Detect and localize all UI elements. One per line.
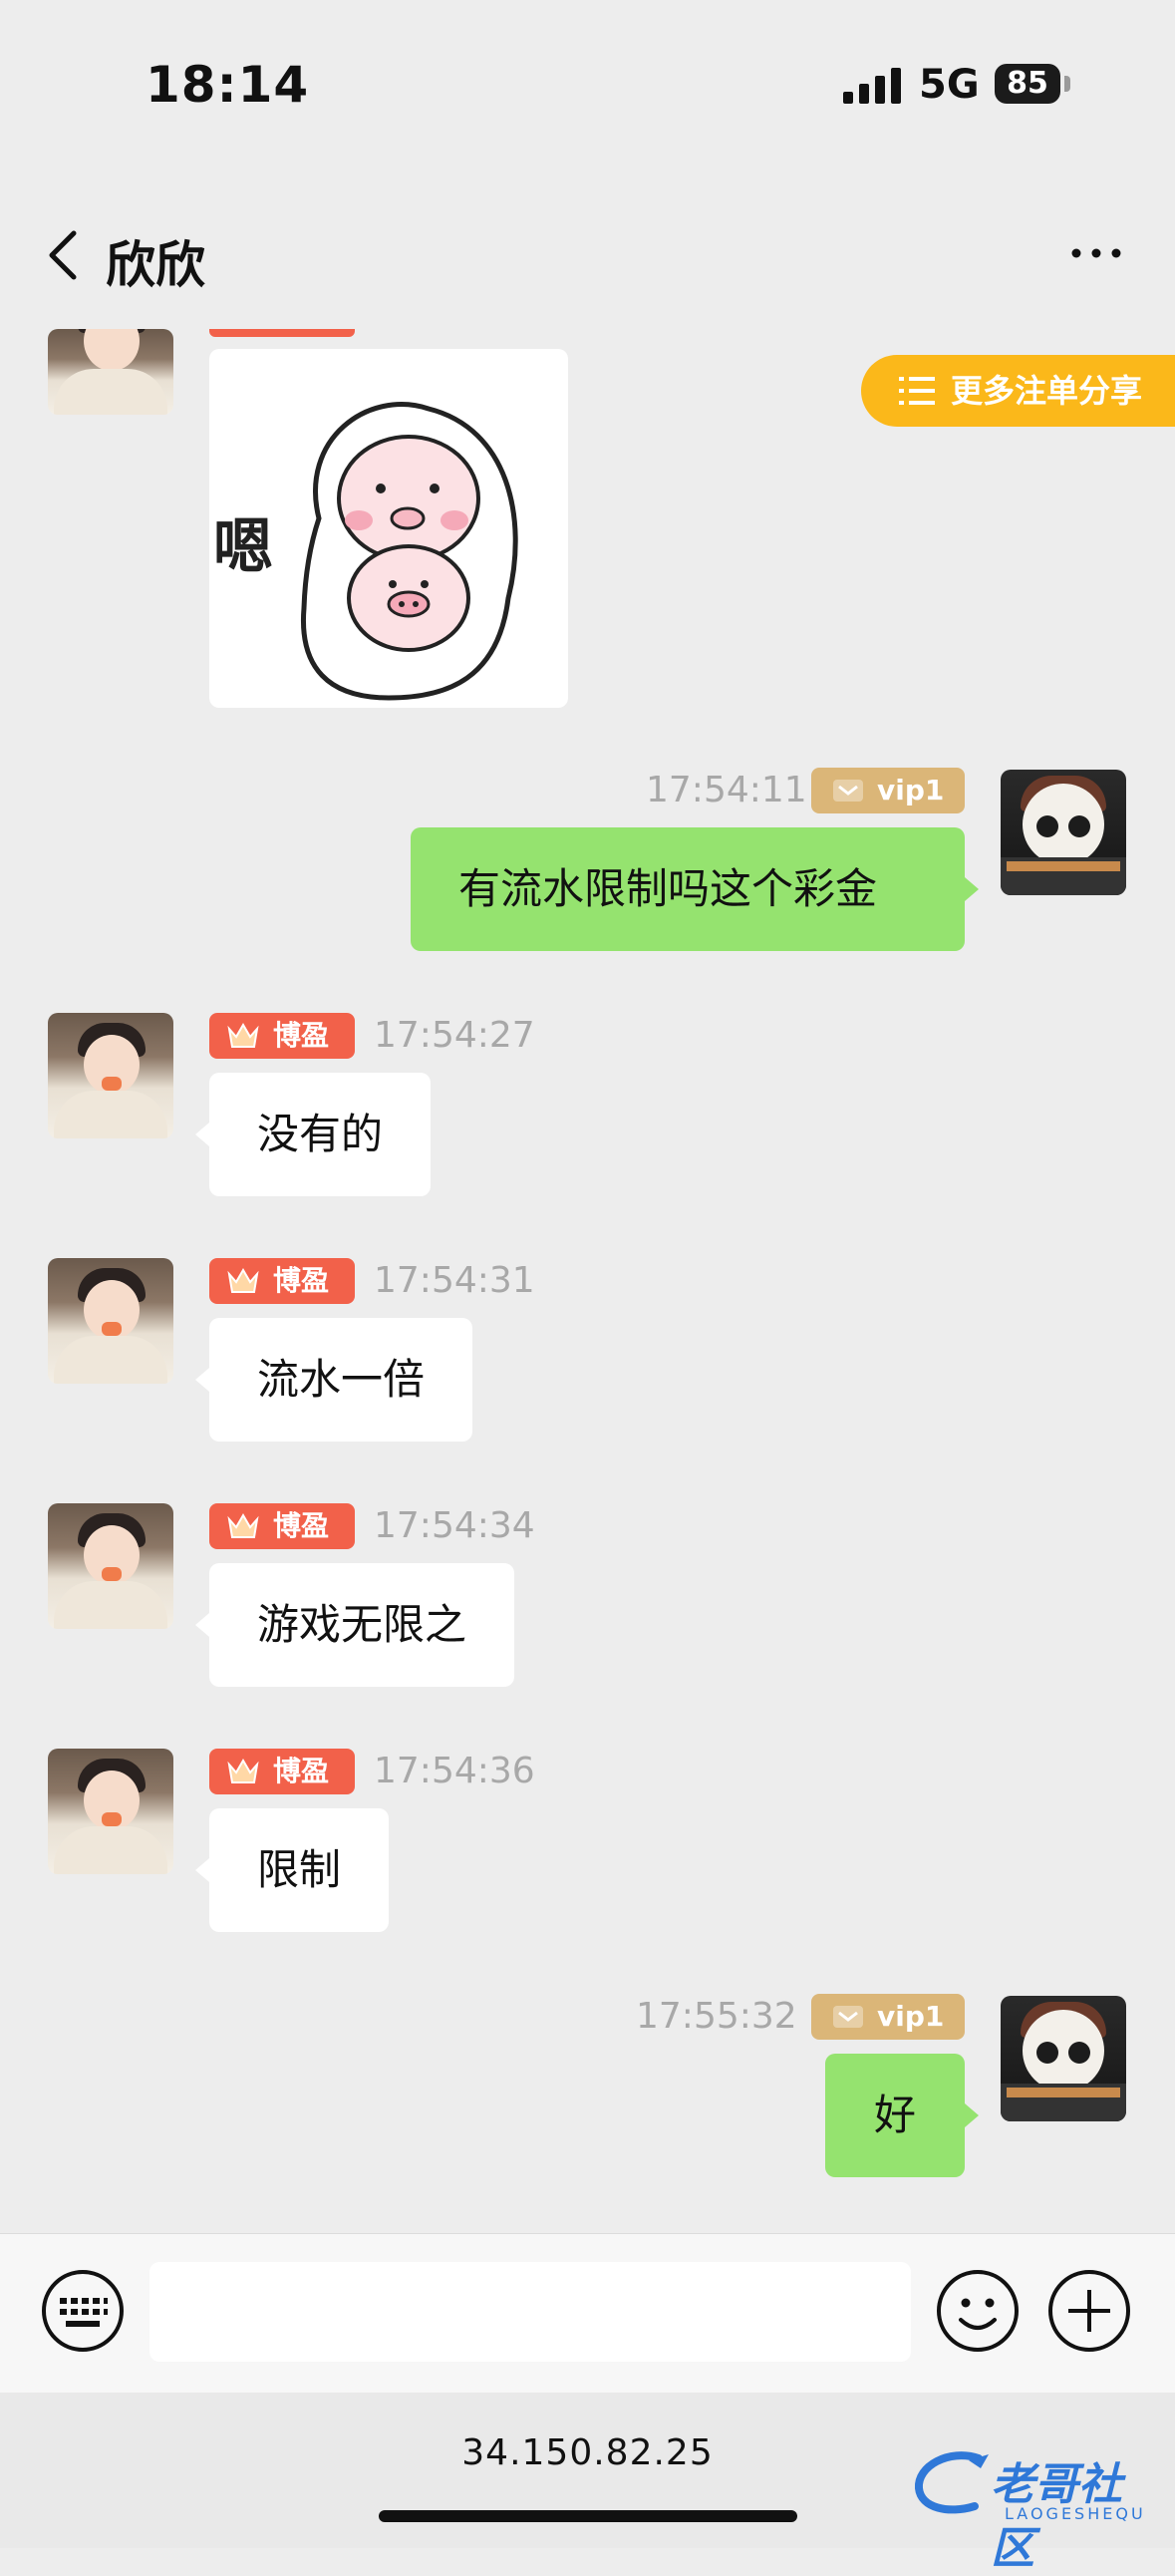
message-time: 17:54:36 [374, 1751, 535, 1791]
keyboard-icon[interactable] [40, 2268, 126, 2354]
badge-partial [209, 329, 355, 337]
badge-label: 博盈 [273, 1509, 330, 1542]
vip-badge: vip1 [811, 1994, 965, 2040]
message-input[interactable] [149, 2262, 911, 2362]
message-list[interactable]: 嗯 更多注单分享 17:54:11 vip1 有流水限制吗这个彩金 博盈 17:… [0, 329, 1175, 2233]
back-chevron-icon[interactable] [40, 227, 90, 283]
nav-bar: 欣欣 [0, 199, 1175, 309]
badge-label: 博盈 [273, 1264, 330, 1297]
badge-label: 博盈 [273, 1755, 330, 1787]
signal-icon [843, 68, 901, 104]
vip-chevron-icon [833, 780, 863, 802]
status-time: 18:14 [146, 56, 310, 114]
chat-title: 欣欣 [106, 236, 205, 294]
dragon-logo-icon [915, 2451, 989, 2514]
message-time: 17:54:34 [374, 1505, 535, 1546]
contact-avatar[interactable] [48, 1258, 173, 1384]
input-bar [0, 2233, 1175, 2394]
battery-icon: 85 [995, 64, 1060, 104]
more-options-icon[interactable] [1066, 223, 1126, 283]
more-share-label: 更多注单分享 [951, 372, 1143, 410]
crown-icon [227, 1268, 259, 1293]
contact-avatar[interactable] [48, 329, 173, 415]
member-badge: 博盈 [209, 1749, 355, 1794]
message-bubble-out[interactable]: 有流水限制吗这个彩金 [411, 827, 979, 951]
crown-icon [227, 1023, 259, 1048]
sticker-image[interactable]: 嗯 [209, 349, 568, 708]
message-time: 17:54:11 [646, 770, 807, 810]
more-share-button[interactable]: 更多注单分享 [861, 355, 1175, 427]
member-badge: 博盈 [209, 1013, 355, 1059]
contact-avatar[interactable] [48, 1013, 173, 1138]
battery-tip [1064, 76, 1070, 92]
message-bubble-out[interactable]: 好 [825, 2054, 979, 2177]
user-avatar[interactable] [1001, 1996, 1126, 2121]
message-bubble-in[interactable]: 游戏无限之 [194, 1563, 515, 1687]
message-bubble-in[interactable]: 没有的 [194, 1073, 432, 1196]
message-time: 17:54:27 [374, 1015, 535, 1056]
url-bar: 34.150.82.25 老哥社区 LAOGESHEQU [0, 2393, 1175, 2574]
message-time: 17:54:31 [374, 1260, 535, 1301]
member-badge: 博盈 [209, 1503, 355, 1549]
vip-badge: vip1 [811, 768, 965, 813]
crown-icon [227, 1513, 259, 1538]
user-avatar[interactable] [1001, 770, 1126, 895]
watermark: 老哥社区 LAOGESHEQU [909, 2444, 1158, 2574]
message-bubble-in[interactable]: 限制 [194, 1808, 390, 1932]
contact-avatar[interactable] [48, 1503, 173, 1629]
message-bubble-in[interactable]: 流水一倍 [194, 1318, 473, 1442]
vip-chevron-icon [833, 2006, 863, 2028]
home-indicator[interactable] [379, 2510, 797, 2522]
crown-icon [227, 1759, 259, 1783]
message-time: 17:55:32 [636, 1996, 797, 2037]
vip-label: vip1 [877, 774, 945, 806]
list-icon [899, 377, 935, 405]
contact-avatar[interactable] [48, 1749, 173, 1874]
member-badge: 博盈 [209, 1258, 355, 1304]
vip-label: vip1 [877, 2000, 945, 2033]
sticker-caption: 嗯 [213, 512, 273, 582]
plus-icon[interactable] [1046, 2268, 1132, 2354]
emoji-icon[interactable] [935, 2268, 1021, 2354]
badge-label: 博盈 [273, 1019, 330, 1052]
status-bar: 18:14 5G 85 [0, 0, 1175, 160]
network-type: 5G [919, 62, 980, 108]
watermark-subtitle: LAOGESHEQU [1005, 2504, 1146, 2523]
